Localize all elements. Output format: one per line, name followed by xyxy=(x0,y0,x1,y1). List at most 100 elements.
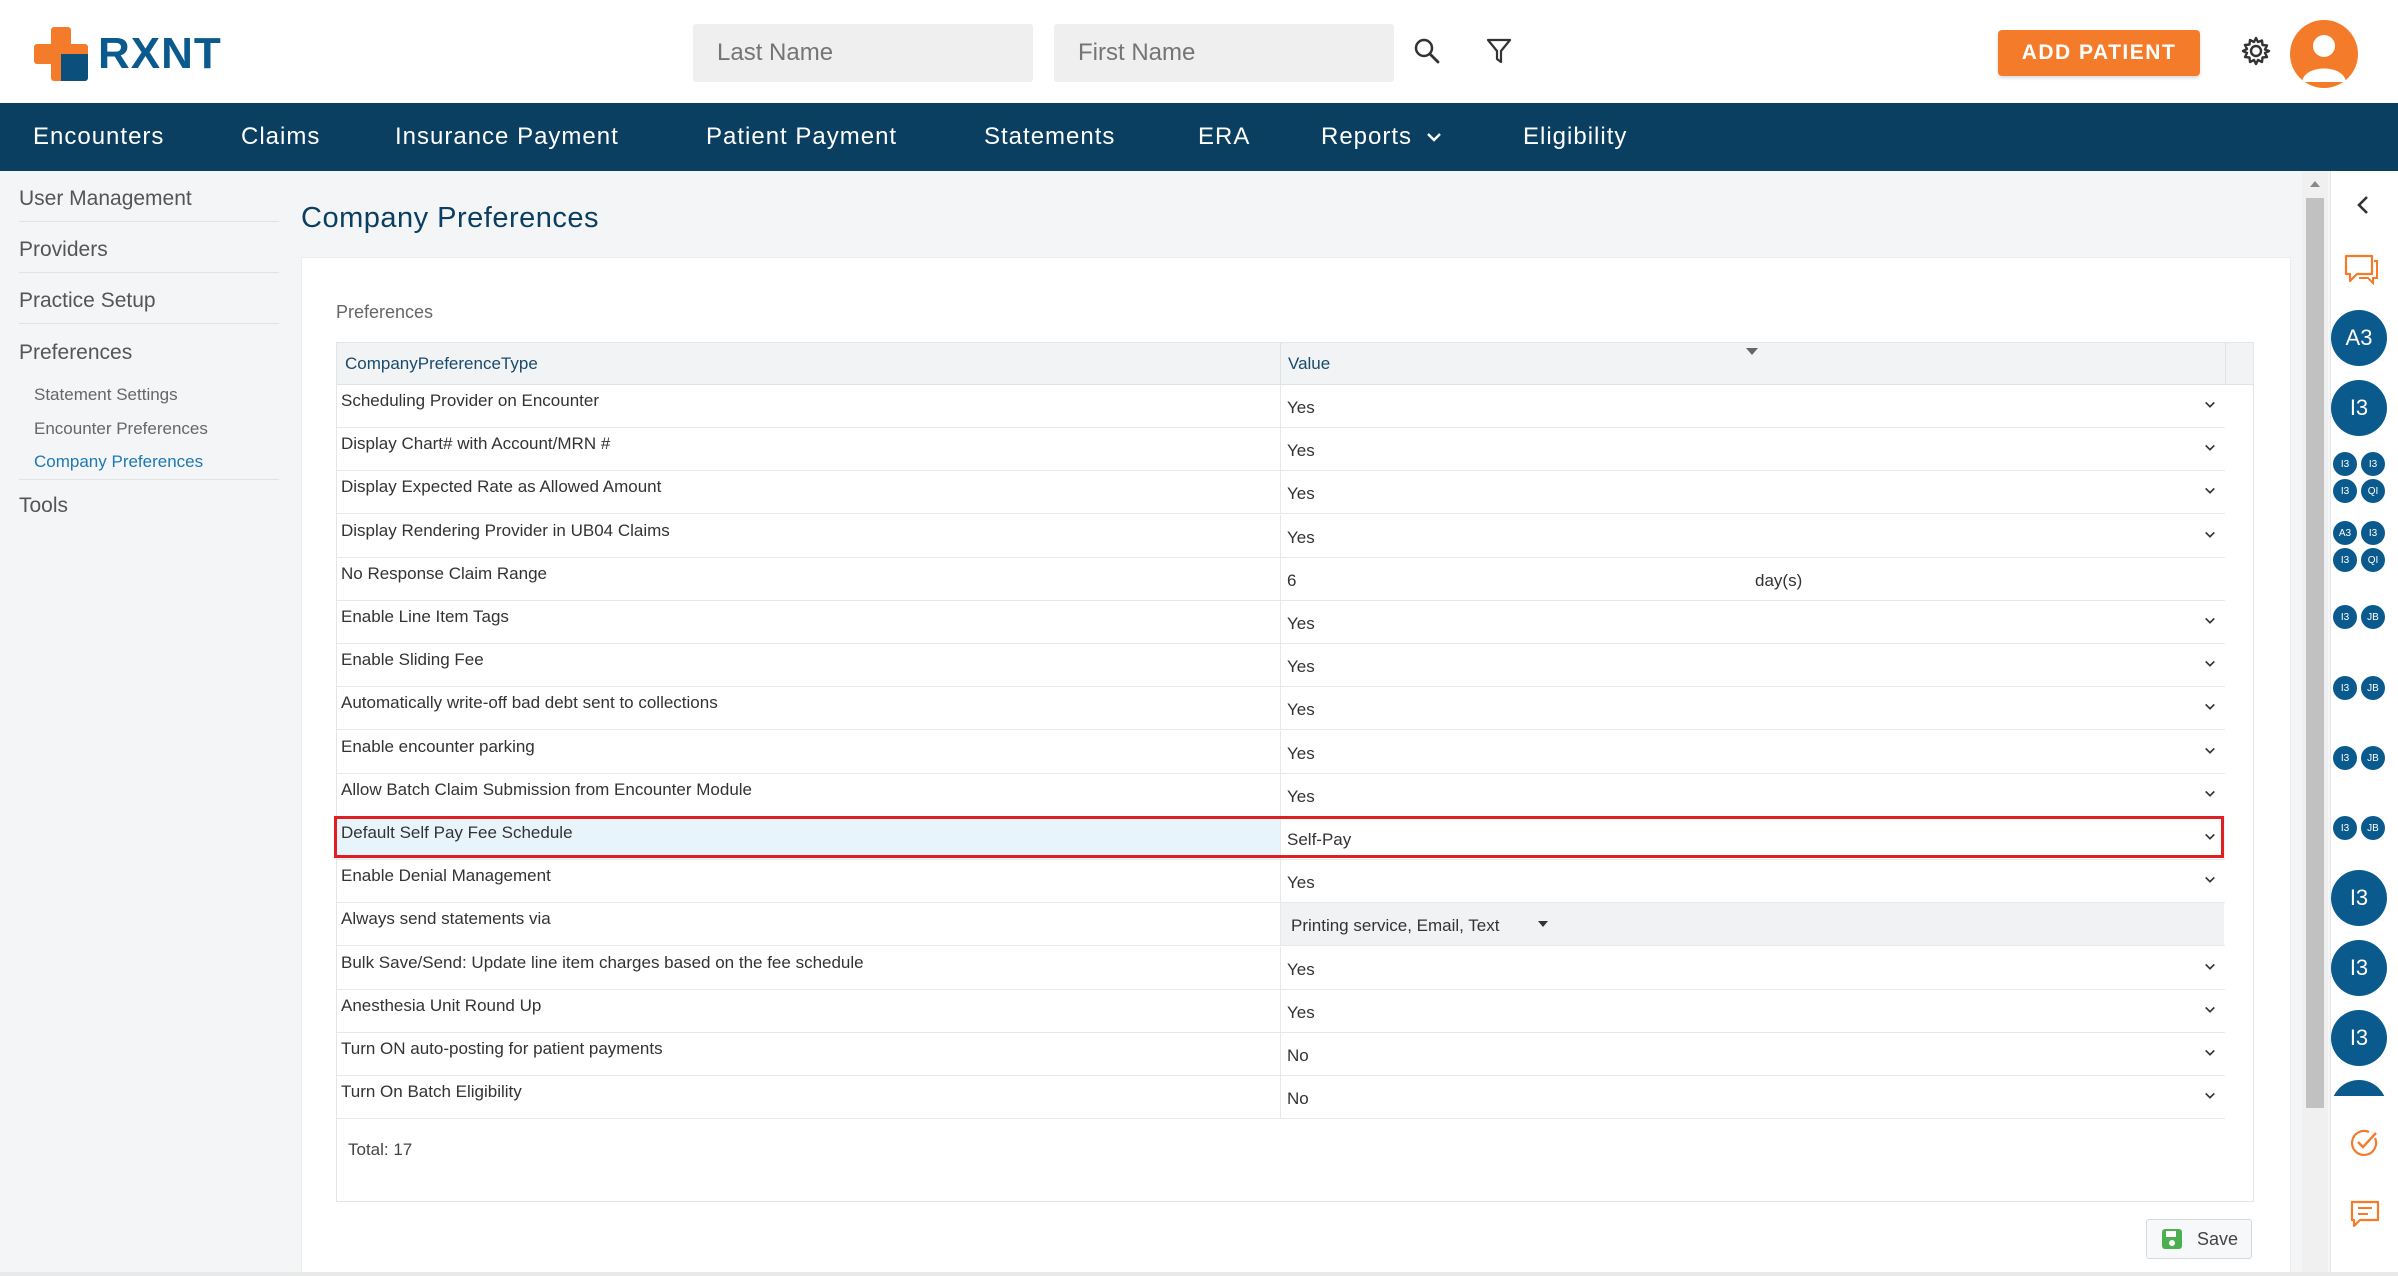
group-avatar[interactable]: I3 xyxy=(2333,548,2357,572)
table-row[interactable]: Display Rendering Provider in UB04 Claim… xyxy=(337,514,2225,558)
table-row[interactable]: Enable encounter parking Yes xyxy=(337,730,2225,774)
sidebar-subitem-statement-settings[interactable]: Statement Settings xyxy=(34,385,178,405)
conversation-avatar[interactable]: I3 xyxy=(2331,380,2387,436)
preference-value-cell[interactable]: 6 day(s) xyxy=(1280,557,2224,600)
chevron-down-icon[interactable] xyxy=(2204,874,2216,886)
search-icon[interactable] xyxy=(1410,34,1444,68)
chevron-down-icon[interactable] xyxy=(2204,701,2216,713)
filter-icon[interactable] xyxy=(1482,34,1516,68)
sidebar-item-user-management[interactable]: User Management xyxy=(19,187,279,211)
chevron-down-icon[interactable] xyxy=(2204,658,2216,670)
sidebar-subitem-company-preferences[interactable]: Company Preferences xyxy=(34,452,203,472)
column-header-type[interactable]: CompanyPreferenceType xyxy=(345,343,538,385)
first-name-input[interactable] xyxy=(1054,24,1394,82)
nav-statements[interactable]: Statements xyxy=(984,123,1115,151)
chevron-down-icon[interactable] xyxy=(2204,745,2216,757)
chevron-down-icon[interactable] xyxy=(2204,529,2216,541)
group-avatar[interactable]: QI xyxy=(2361,479,2385,503)
preference-value-cell[interactable]: Yes xyxy=(1280,773,2224,816)
conversation-avatar[interactable]: I3 xyxy=(2331,1010,2387,1066)
chevron-down-icon[interactable] xyxy=(2204,961,2216,973)
sidebar-item-providers[interactable]: Providers xyxy=(19,238,279,262)
group-avatar[interactable]: I3 xyxy=(2333,605,2357,629)
chevron-down-icon[interactable] xyxy=(2204,485,2216,497)
preference-value-cell[interactable]: Yes xyxy=(1280,471,2224,514)
nav-eligibility[interactable]: Eligibility xyxy=(1523,123,1627,151)
group-avatar[interactable]: JB xyxy=(2361,605,2385,629)
statement-channels-multiselect[interactable]: Printing service, Email, Text xyxy=(1281,903,2224,946)
user-avatar[interactable] xyxy=(2290,20,2358,88)
group-avatar[interactable]: I3 xyxy=(2333,746,2357,770)
chevron-down-icon[interactable] xyxy=(2204,1004,2216,1016)
sidebar-subitem-encounter-preferences[interactable]: Encounter Preferences xyxy=(34,419,208,439)
settings-gear-icon[interactable] xyxy=(2238,33,2274,69)
scroll-up-icon[interactable] xyxy=(2309,180,2321,188)
preference-value-cell[interactable]: Yes xyxy=(1280,428,2224,471)
table-row[interactable]: Turn ON auto-posting for patient payment… xyxy=(337,1033,2225,1076)
preference-value-cell[interactable]: Yes xyxy=(1280,644,2224,687)
conversation-avatar[interactable]: A3 xyxy=(2331,310,2387,366)
conversation-avatar[interactable]: I3 xyxy=(2331,940,2387,996)
table-row[interactable]: Enable Sliding Fee Yes xyxy=(337,644,2225,688)
scrollbar-thumb[interactable] xyxy=(2306,198,2324,1108)
table-row[interactable]: Enable Denial Management Yes xyxy=(337,860,2225,904)
group-avatar[interactable]: JB xyxy=(2361,676,2385,700)
nav-claims[interactable]: Claims xyxy=(241,123,320,151)
preference-value-cell[interactable]: Yes xyxy=(1280,601,2224,643)
group-avatar[interactable]: I3 xyxy=(2333,676,2357,700)
caret-down-icon[interactable] xyxy=(1538,921,1548,928)
preference-value-cell[interactable]: Yes xyxy=(1280,946,2224,989)
preference-value-cell[interactable]: No xyxy=(1280,1076,2224,1119)
conversation-avatar[interactable]: I3 xyxy=(2331,870,2387,926)
chevron-down-icon[interactable] xyxy=(2204,1047,2216,1059)
message-icon[interactable] xyxy=(2350,1200,2380,1228)
table-row[interactable]: Display Expected Rate as Allowed Amount Y… xyxy=(337,471,2225,515)
table-row[interactable]: Scheduling Provider on Encounter Yes xyxy=(337,385,2225,428)
chevron-down-icon[interactable] xyxy=(2204,442,2216,454)
chevron-down-icon[interactable] xyxy=(2204,1090,2216,1102)
add-patient-button[interactable]: ADD PATIENT xyxy=(1998,30,2200,76)
group-avatar[interactable]: I3 xyxy=(2333,452,2357,476)
preference-value-cell[interactable]: Yes xyxy=(1280,989,2224,1032)
nav-encounters[interactable]: Encounters xyxy=(33,123,164,151)
column-header-value[interactable]: Value xyxy=(1288,343,1330,385)
chevron-down-icon[interactable] xyxy=(2204,399,2216,411)
save-button[interactable]: Save xyxy=(2146,1219,2252,1259)
group-avatar[interactable]: JB xyxy=(2361,746,2385,770)
table-row[interactable]: Turn On Batch Eligibility No xyxy=(337,1076,2225,1120)
preference-value-cell[interactable]: Printing service, Email, Text xyxy=(1280,903,2224,946)
nav-patient-payment[interactable]: Patient Payment xyxy=(706,123,897,151)
preference-value-cell[interactable]: Yes xyxy=(1280,860,2224,903)
group-avatar[interactable]: QI xyxy=(2361,548,2385,572)
preference-value-cell[interactable]: Yes xyxy=(1280,730,2224,773)
sidebar-item-preferences[interactable]: Preferences xyxy=(19,341,279,365)
table-row[interactable]: Enable Line Item Tags Yes xyxy=(337,601,2225,644)
sidebar-item-practice-setup[interactable]: Practice Setup xyxy=(19,289,279,313)
last-name-input[interactable] xyxy=(693,24,1033,82)
nav-era[interactable]: ERA xyxy=(1198,123,1250,151)
rxnt-logo[interactable]: RXNT xyxy=(34,26,222,82)
table-row[interactable]: Anesthesia Unit Round Up Yes xyxy=(337,989,2225,1033)
group-avatar[interactable]: I3 xyxy=(2333,479,2357,503)
table-row[interactable]: Allow Batch Claim Submission from Encoun… xyxy=(337,773,2225,817)
partial-avatar[interactable] xyxy=(2331,1080,2387,1096)
sidebar-item-tools[interactable]: Tools xyxy=(19,494,279,518)
preference-value-cell[interactable]: Yes xyxy=(1280,514,2224,557)
group-avatar[interactable]: I3 xyxy=(2361,521,2385,545)
preference-value-cell[interactable]: No xyxy=(1280,1033,2224,1075)
chat-icon[interactable] xyxy=(2343,253,2379,285)
chevron-down-icon[interactable] xyxy=(2204,788,2216,800)
group-avatar[interactable]: A3 xyxy=(2333,521,2357,545)
table-row[interactable]: Always send statements via Printing servi… xyxy=(337,903,2225,947)
collapse-chevron-icon[interactable] xyxy=(2356,195,2370,215)
table-row[interactable]: Bulk Save/Send: Update line item charges… xyxy=(337,946,2225,990)
preference-value-cell[interactable]: Yes xyxy=(1280,385,2224,427)
group-avatar[interactable]: JB xyxy=(2361,816,2385,840)
tasks-check-icon[interactable] xyxy=(2349,1128,2379,1158)
sort-down-icon[interactable] xyxy=(1745,347,1759,356)
preference-value-cell[interactable]: Yes xyxy=(1280,687,2224,730)
table-row[interactable]: Automatically write-off bad debt sent to… xyxy=(337,687,2225,731)
nav-reports[interactable]: Reports xyxy=(1321,123,1442,151)
group-avatar[interactable]: I3 xyxy=(2333,816,2357,840)
group-avatar[interactable]: I3 xyxy=(2361,452,2385,476)
